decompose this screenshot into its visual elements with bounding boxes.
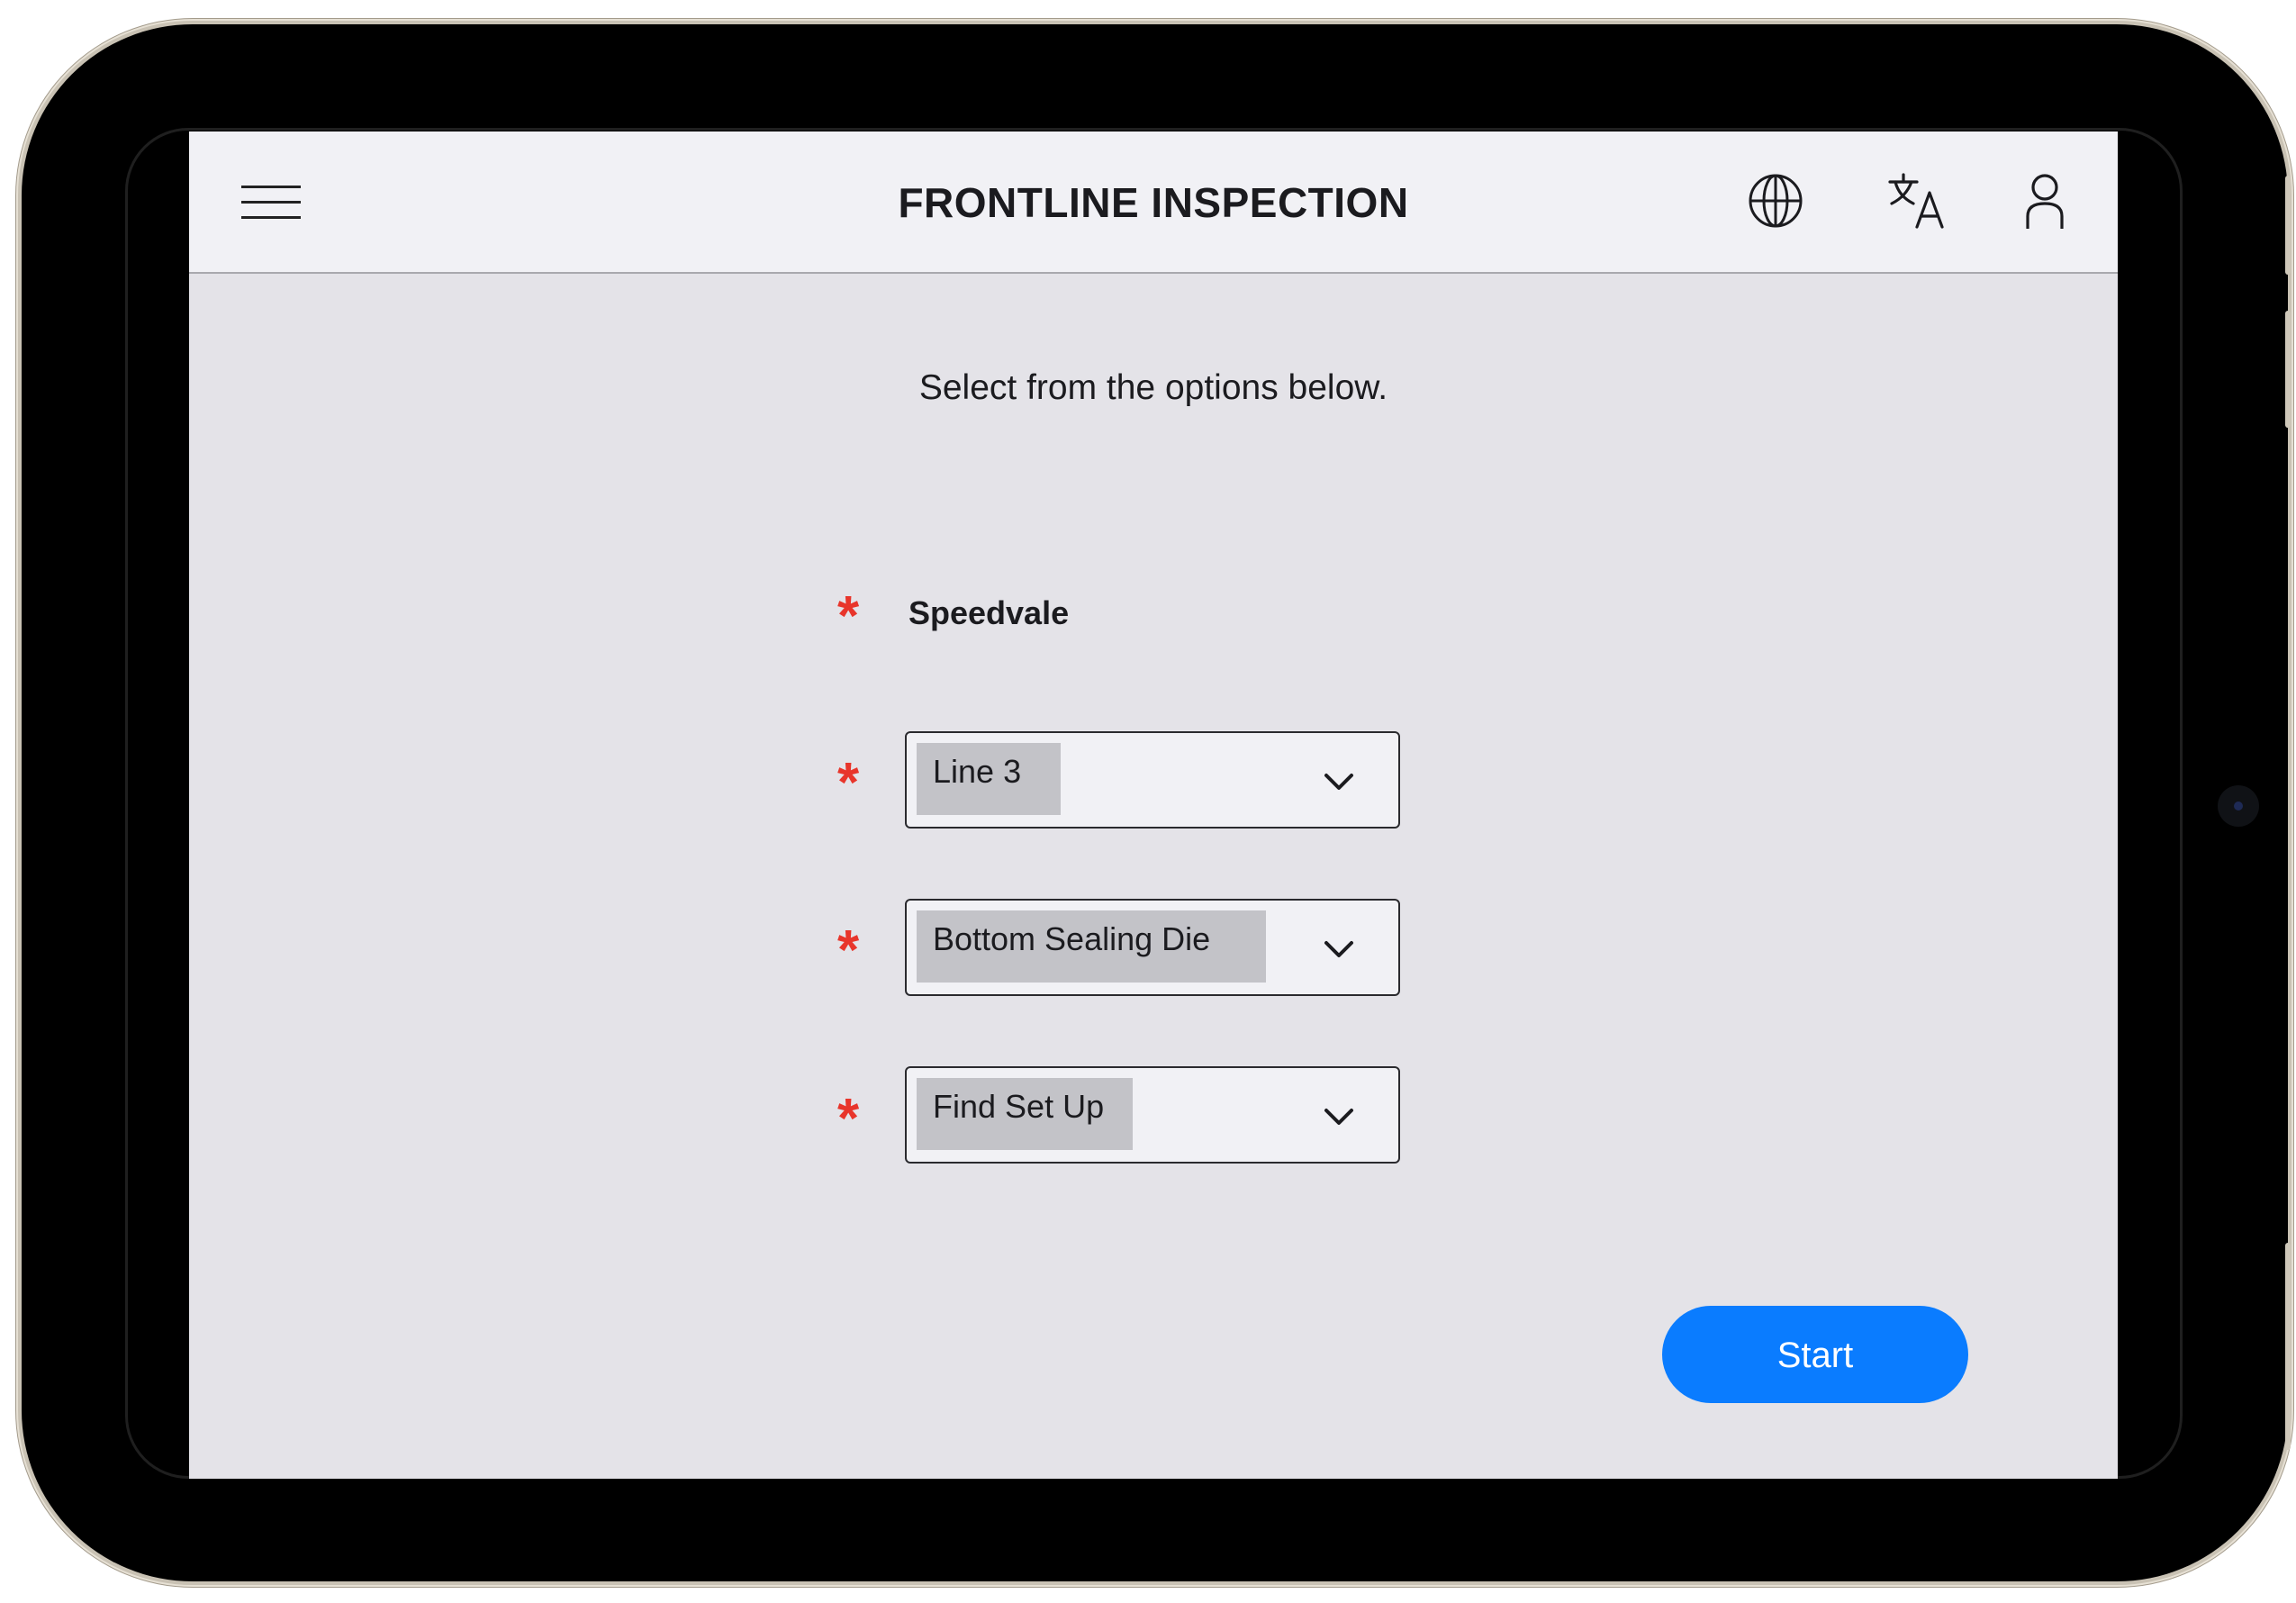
- front-camera: [2218, 785, 2259, 827]
- chevron-down-icon: [1324, 941, 1353, 957]
- component-select[interactable]: Bottom Sealing Die: [905, 899, 1400, 996]
- task-select-value: Find Set Up: [917, 1078, 1133, 1150]
- site-name: Speedvale: [908, 594, 1070, 631]
- line-select-value: Line 3: [917, 743, 1061, 815]
- volume-up-button: [2285, 311, 2291, 428]
- volume-down-button: [2285, 1243, 2291, 1450]
- translate-icon[interactable]: [1886, 169, 1949, 232]
- app-title: FRONTLINE INSPECTION: [898, 179, 1409, 226]
- line-select[interactable]: Line 3: [905, 731, 1400, 829]
- required-marker: *: [837, 919, 860, 982]
- chevron-down-icon: [1324, 1109, 1353, 1125]
- required-marker: *: [837, 1088, 860, 1150]
- app-screen: FRONTLINE INSPECTION Select from the opt…: [189, 131, 2118, 1479]
- chevron-down-icon: [1324, 774, 1353, 790]
- required-marker: *: [837, 752, 860, 814]
- component-select-value: Bottom Sealing Die: [917, 910, 1266, 983]
- top-side-button: [2285, 176, 2291, 275]
- instruction-text: Select from the options below.: [918, 368, 1388, 407]
- task-select[interactable]: Find Set Up: [905, 1066, 1400, 1164]
- start-button[interactable]: Start: [1662, 1306, 1968, 1403]
- required-marker: *: [837, 585, 860, 648]
- globe-icon[interactable]: [1744, 169, 1807, 232]
- top-bar: FRONTLINE INSPECTION: [189, 131, 2118, 274]
- user-icon[interactable]: [2013, 169, 2076, 232]
